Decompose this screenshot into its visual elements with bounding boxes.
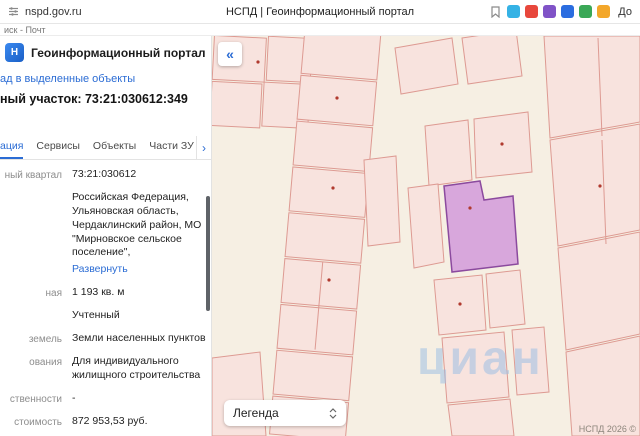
parcel[interactable] xyxy=(424,119,473,187)
bookmarks-bar: иск - Почт xyxy=(0,24,640,36)
tab-Части ЗУ[interactable]: Части ЗУ xyxy=(149,136,194,159)
parcel[interactable] xyxy=(284,212,366,264)
parcel[interactable] xyxy=(288,166,370,218)
map-copyright: НСПД 2026 © xyxy=(578,424,636,434)
info-value: Российская Федерация, Ульяновская област… xyxy=(72,191,206,277)
browser-profile-label[interactable]: До xyxy=(618,6,632,18)
info-value: - xyxy=(72,391,76,404)
info-label: ная xyxy=(45,288,63,300)
parcel[interactable] xyxy=(461,36,523,85)
parcel[interactable] xyxy=(447,398,515,436)
info-row: ственности - xyxy=(0,392,211,406)
legend-label: Легенда xyxy=(233,406,279,420)
portal-title: Геоинформационный портал xyxy=(31,45,206,60)
bookmark-item[interactable]: иск - Почт xyxy=(4,25,46,35)
parcel[interactable] xyxy=(394,37,459,95)
info-label: ования xyxy=(29,357,62,369)
page-tab-title: НСПД | Геоинформационный портал xyxy=(225,5,415,18)
browser-extension-icon[interactable] xyxy=(561,5,575,18)
tabs: ацияСервисыОбъектыЧасти ЗУСостав› xyxy=(0,136,211,160)
expand-link[interactable]: Развернуть xyxy=(72,263,206,277)
info-rows: ный квартал 73:21:030612 Российская Федера… xyxy=(0,168,211,436)
info-value: 872 953,53 руб. xyxy=(72,414,148,427)
browser-bar: nspd.gov.ru НСПД | Геоинформационный пор… xyxy=(0,0,640,24)
info-label xyxy=(0,191,62,277)
parcel-point-marker xyxy=(327,278,331,282)
panel-scrollbar[interactable] xyxy=(206,196,210,311)
legend-control[interactable]: Легенда xyxy=(224,400,346,426)
parcel[interactable] xyxy=(565,335,640,436)
nspd-logo: Н xyxy=(5,43,24,62)
info-row: ный квартал 73:21:030612 xyxy=(0,168,211,182)
info-row: ования Для индивидуального жилищного стро… xyxy=(0,355,211,383)
tab-ация[interactable]: ация xyxy=(0,136,24,159)
parcel[interactable] xyxy=(549,123,640,247)
info-label xyxy=(0,309,62,323)
info-row: ная 1 193 кв. м xyxy=(0,286,211,300)
parcel-point-marker xyxy=(256,60,260,64)
info-row: земель Земли населенных пунктов xyxy=(0,332,211,346)
info-value: Для индивидуального жилищного строительс… xyxy=(72,355,201,381)
browser-extension-icon[interactable] xyxy=(507,5,521,18)
map-area[interactable]: циан « Легенда НСПД 2026 © xyxy=(212,36,640,436)
info-label: земель xyxy=(28,334,62,346)
info-label: ный квартал xyxy=(4,170,62,181)
info-panel: Н Геоинформационный портал ад в выделенн… xyxy=(0,36,212,436)
info-value: 73:21:030612 xyxy=(72,168,137,180)
parcel[interactable] xyxy=(543,36,640,139)
parcel[interactable] xyxy=(292,120,374,173)
map-svg[interactable]: циан xyxy=(212,36,640,436)
parcel-point-marker xyxy=(335,96,339,100)
parcel[interactable] xyxy=(300,36,382,81)
address-url[interactable]: nspd.gov.ru xyxy=(25,6,82,18)
extension-icons xyxy=(507,5,611,18)
portal-header: Н Геоинформационный портал xyxy=(5,43,211,62)
parcel[interactable] xyxy=(272,349,354,402)
parcel[interactable] xyxy=(485,269,526,329)
info-row: Учтенный xyxy=(0,309,211,323)
tab-Объекты[interactable]: Объекты xyxy=(93,136,136,159)
parcel[interactable] xyxy=(296,74,378,127)
tabs-overflow-button[interactable]: › xyxy=(196,136,211,159)
info-label: ственности xyxy=(9,393,62,405)
map-watermark: циан xyxy=(417,332,544,385)
info-row: стоимость 872 953,53 руб. xyxy=(0,415,211,429)
parcel-point-marker xyxy=(598,184,602,188)
legend-expand-icon xyxy=(329,407,337,419)
info-value: Земли населенных пунктов xyxy=(72,332,206,345)
info-value: Учтенный xyxy=(72,309,120,322)
parcel[interactable] xyxy=(557,231,640,351)
bookmark-flag-icon[interactable] xyxy=(490,5,501,18)
browser-extension-icon[interactable] xyxy=(543,5,557,18)
info-value: 1 193 кв. м xyxy=(72,286,125,299)
site-settings-icon[interactable] xyxy=(8,6,19,17)
back-to-selected-link[interactable]: ад в выделенные объекты xyxy=(0,73,211,85)
info-row: Российская Федерация, Ульяновская област… xyxy=(0,191,211,277)
tab-Сервисы[interactable]: Сервисы xyxy=(36,136,80,159)
parcel[interactable] xyxy=(363,155,401,247)
parcel-point-marker xyxy=(468,206,472,210)
browser-extension-icon[interactable] xyxy=(597,5,611,18)
browser-extension-icon[interactable] xyxy=(579,5,593,18)
parcel[interactable] xyxy=(212,80,263,129)
parcel[interactable] xyxy=(407,183,445,269)
parcel-point-marker xyxy=(500,142,504,146)
parcel-point-marker xyxy=(331,186,335,190)
browser-extension-icon[interactable] xyxy=(525,5,539,18)
info-label: стоимость xyxy=(14,416,62,428)
parcel-point-marker xyxy=(458,302,462,306)
collapse-panel-button[interactable]: « xyxy=(218,42,242,66)
parcel-title: ный участок: 73:21:030612:349 xyxy=(0,92,188,106)
